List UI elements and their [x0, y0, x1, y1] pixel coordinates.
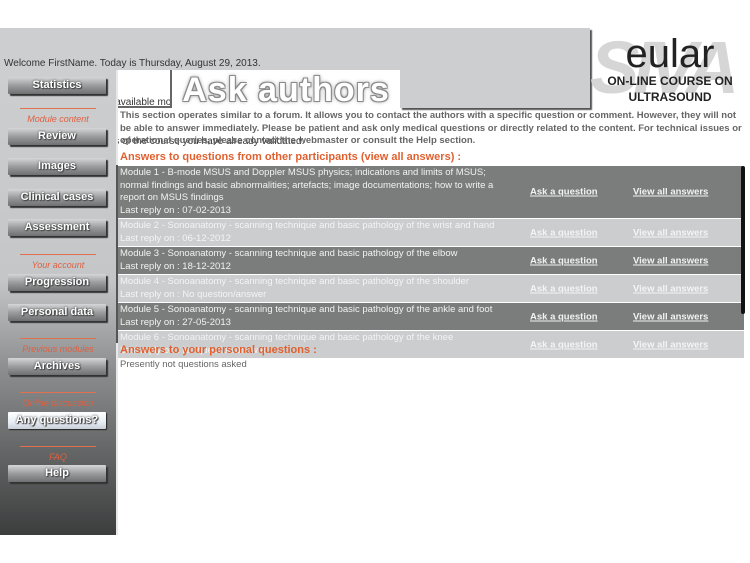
module-title: Module 2 - Sonoanatomy - scanning techni… — [120, 220, 495, 231]
eular-logo: SIVA eular ON-LINE COURSE ON ULTRASOUND — [590, 28, 750, 108]
view-all-answers-link[interactable]: View all answers — [633, 255, 708, 266]
module-row: Module 3 - Sonoanatomy - scanning techni… — [118, 247, 744, 275]
progression-button[interactable]: Progression — [8, 274, 106, 291]
module-title: Module 1 - B-mode MSUS and Doppler MSUS … — [120, 167, 494, 203]
statistics-button[interactable]: Statistics — [8, 77, 106, 94]
page-title-box: Ask authors — [170, 70, 400, 109]
clinical-cases-button[interactable]: Clinical cases — [8, 189, 106, 206]
module-info: Module 1 - B-mode MSUS and Doppler MSUS … — [118, 166, 517, 218]
ask-question-link[interactable]: Ask a question — [530, 187, 598, 198]
logo-word: eular — [625, 32, 715, 76]
view-all-answers-link[interactable]: View all answers — [633, 227, 708, 238]
personal-empty-message: Presently not questions asked — [120, 359, 247, 370]
logo-subtitle-line: ULTRASOUND — [628, 90, 712, 104]
view-all-answers-link[interactable]: View all answers — [633, 311, 708, 322]
any-questions-button[interactable]: Any questions? — [8, 412, 106, 429]
view-all-answers-link[interactable]: View all answers — [633, 187, 708, 198]
module-title: Module 6 - Sonoanatomy - scanning techni… — [120, 332, 454, 343]
section-label-your-account: Your account — [31, 260, 85, 270]
logo-subtitle-line: ON-LINE COURSE ON — [607, 74, 733, 88]
divider — [20, 254, 96, 255]
ask-question-link[interactable]: Ask a question — [530, 283, 598, 294]
module-info: Module 4 - Sonoanatomy - scanning techni… — [118, 275, 517, 302]
others-answers-title[interactable]: Answers to questions from other particip… — [120, 151, 461, 163]
ask-question-link[interactable]: Ask a question — [530, 339, 598, 350]
intro-text: This section operates similar to a forum… — [120, 110, 742, 146]
review-button[interactable]: Review — [8, 128, 106, 145]
last-reply: Last reply on : 06-12-2012 — [120, 232, 231, 244]
images-button[interactable]: Images — [8, 158, 106, 175]
section-label-previous-modules: Previous modules — [22, 344, 94, 354]
ask-question-link[interactable]: Ask a question — [530, 255, 598, 266]
personal-data-button[interactable]: Personal data — [8, 304, 106, 321]
header-panel — [400, 28, 590, 108]
last-reply: Last reply on : 18-12-2012 — [120, 260, 231, 272]
module-title: Module 4 - Sonoanatomy - scanning techni… — [120, 276, 470, 287]
module-row: Module 1 - B-mode MSUS and Doppler MSUS … — [118, 166, 744, 219]
module-title: Module 3 - Sonoanatomy - scanning techni… — [120, 248, 458, 259]
view-all-answers-link[interactable]: View all answers — [633, 339, 708, 350]
section-label-faq: FAQ — [49, 452, 67, 462]
page-title: Ask authors — [182, 71, 390, 109]
archives-button[interactable]: Archives — [8, 358, 106, 375]
module-info: Module 2 - Sonoanatomy - scanning techni… — [118, 219, 517, 246]
divider — [20, 108, 96, 109]
view-all-answers-link[interactable]: View all answers — [633, 283, 708, 294]
divider — [118, 106, 170, 108]
help-button[interactable]: Help — [8, 465, 106, 482]
section-label-module-content: Module content — [27, 114, 89, 124]
module-row: Module 5 - Sonoanatomy - scanning techni… — [118, 303, 744, 331]
assessment-button[interactable]: Assessment — [8, 219, 106, 236]
divider — [20, 392, 96, 393]
welcome-line: Welcome FirstName. Today is Thursday, Au… — [4, 58, 261, 69]
module-row: Module 2 - Sonoanatomy - scanning techni… — [118, 219, 744, 247]
scrollbar[interactable] — [741, 166, 745, 314]
section-label-online-discussion: Online discussion — [22, 398, 94, 408]
module-row: Module 4 - Sonoanatomy - scanning techni… — [118, 275, 744, 303]
module-info: Module 5 - Sonoanatomy - scanning techni… — [118, 303, 517, 330]
last-reply: Last reply on : No question/answer — [120, 288, 267, 300]
ask-question-link[interactable]: Ask a question — [530, 227, 598, 238]
ask-question-link[interactable]: Ask a question — [530, 311, 598, 322]
modules-list: Module 1 - B-mode MSUS and Doppler MSUS … — [118, 166, 744, 359]
module-info: Module 3 - Sonoanatomy - scanning techni… — [118, 247, 517, 274]
logo-subtitle: ON-LINE COURSE ON ULTRASOUND — [590, 73, 750, 105]
personal-answers-title: Answers to your personal questions : — [120, 344, 317, 356]
divider — [20, 338, 96, 339]
last-reply: Last reply on : 07-02-2013 — [120, 204, 231, 216]
last-reply: Last reply on : 27-05-2013 — [120, 316, 231, 328]
module-title: Module 5 - Sonoanatomy - scanning techni… — [120, 304, 493, 315]
divider — [20, 446, 96, 447]
